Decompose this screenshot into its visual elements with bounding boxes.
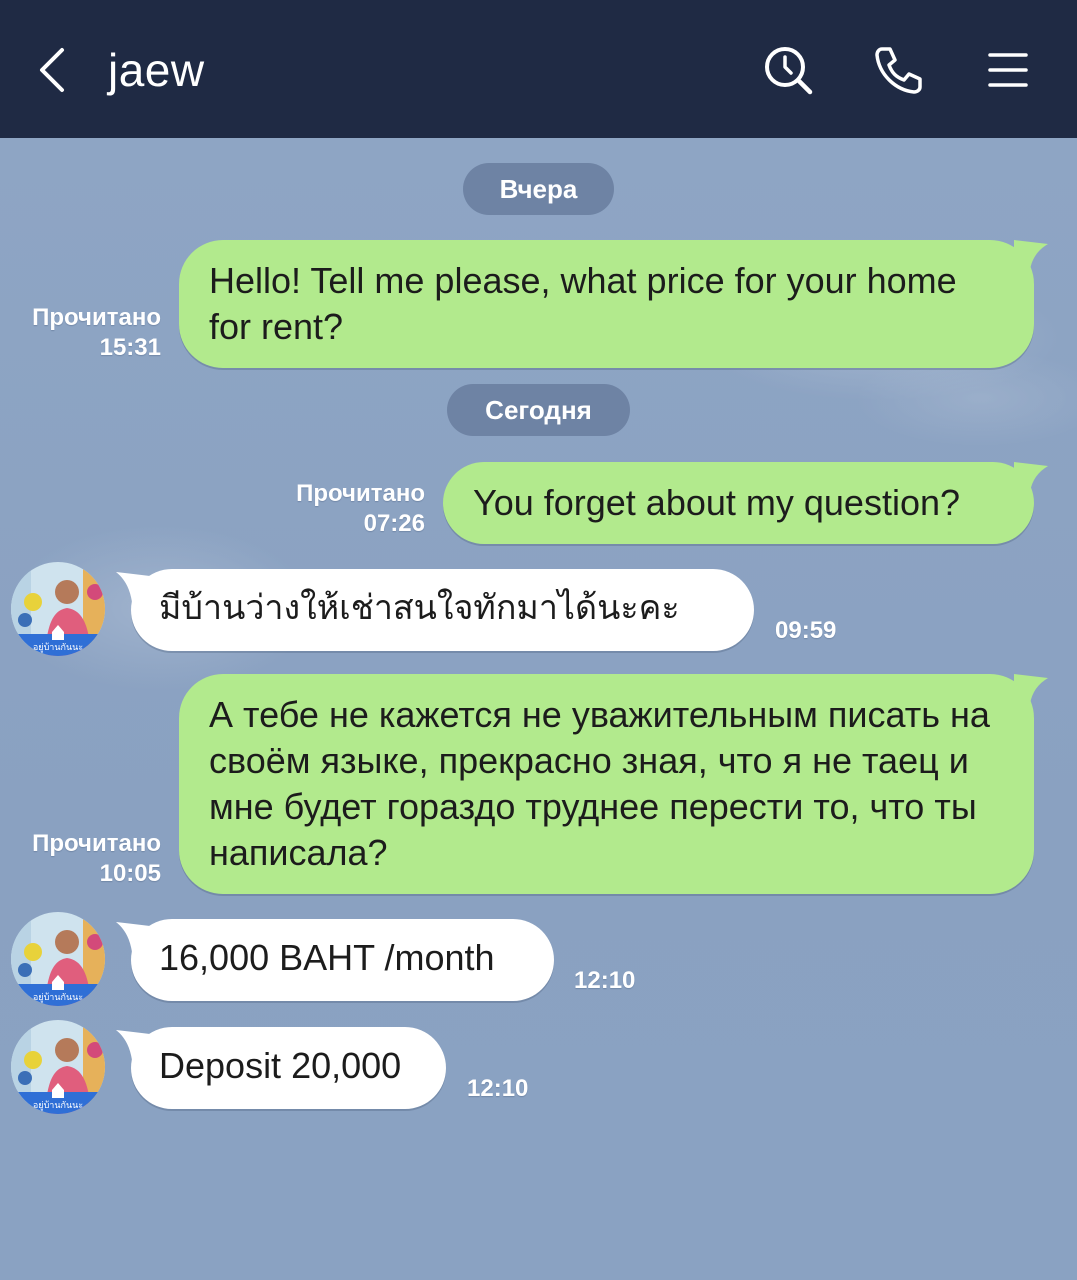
back-arrow-icon[interactable] <box>26 40 86 100</box>
phone-icon[interactable] <box>868 40 928 100</box>
message-time: 10:05 <box>99 860 161 887</box>
search-icon[interactable] <box>758 40 818 100</box>
avatar[interactable]: อยู่บ้านกันนะ <box>11 1020 105 1114</box>
message-meta: Прочитано 10:05 <box>10 829 161 889</box>
message-text: มีบ้านว่างให้เช่าสนใจทักมาได้นะคะ <box>159 588 680 628</box>
message-text: А тебе не кажется не уважительным писать… <box>209 694 990 873</box>
message-meta: Прочитано 15:31 <box>10 303 161 363</box>
svg-text:อยู่บ้านกันนะ: อยู่บ้านกันนะ <box>33 642 83 653</box>
read-status: Прочитано <box>296 480 425 507</box>
avatar[interactable]: อยู่บ้านกันนะ <box>11 912 105 1006</box>
avatar[interactable]: อยู่บ้านกันนะ <box>11 562 105 656</box>
menu-icon[interactable] <box>978 40 1038 100</box>
message-time: 12:10 <box>574 967 636 994</box>
chat-header: jaew <box>0 0 1077 138</box>
svg-text:อยู่บ้านกันนะ: อยู่บ้านกันนะ <box>33 992 83 1003</box>
incoming-message[interactable]: 16,000 BAHT /month <box>131 919 554 1001</box>
read-status: Прочитано <box>32 830 161 857</box>
message-text: Deposit 20,000 <box>159 1045 402 1086</box>
message-text: You forget about my question? <box>473 482 961 523</box>
incoming-message[interactable]: มีบ้านว่างให้เช่าสนใจทักมาได้นะคะ <box>131 569 754 651</box>
message-time: 07:26 <box>363 510 425 537</box>
message-time: 12:10 <box>467 1075 529 1102</box>
date-separator-yesterday: Вчера <box>463 163 614 215</box>
bubble-tail <box>1014 462 1048 492</box>
bubble-tail <box>1014 240 1048 270</box>
bubble-tail <box>1014 674 1048 704</box>
outgoing-message[interactable]: You forget about my question? <box>443 462 1034 544</box>
outgoing-message[interactable]: Hello! Tell me please, what price for yo… <box>179 240 1034 368</box>
message-time: 09:59 <box>775 617 837 644</box>
date-separator-today: Сегодня <box>447 384 630 436</box>
svg-text:อยู่บ้านกันนะ: อยู่บ้านกันนะ <box>33 1100 83 1111</box>
outgoing-message[interactable]: А тебе не кажется не уважительным писать… <box>179 674 1034 894</box>
message-text: Hello! Tell me please, what price for yo… <box>209 260 957 347</box>
read-status: Прочитано <box>32 304 161 331</box>
message-text: 16,000 BAHT /month <box>159 937 495 978</box>
message-meta: Прочитано 07:26 <box>270 479 425 539</box>
message-time: 15:31 <box>99 334 161 361</box>
chat-title[interactable]: jaew <box>108 40 205 100</box>
incoming-message[interactable]: Deposit 20,000 <box>131 1027 446 1109</box>
